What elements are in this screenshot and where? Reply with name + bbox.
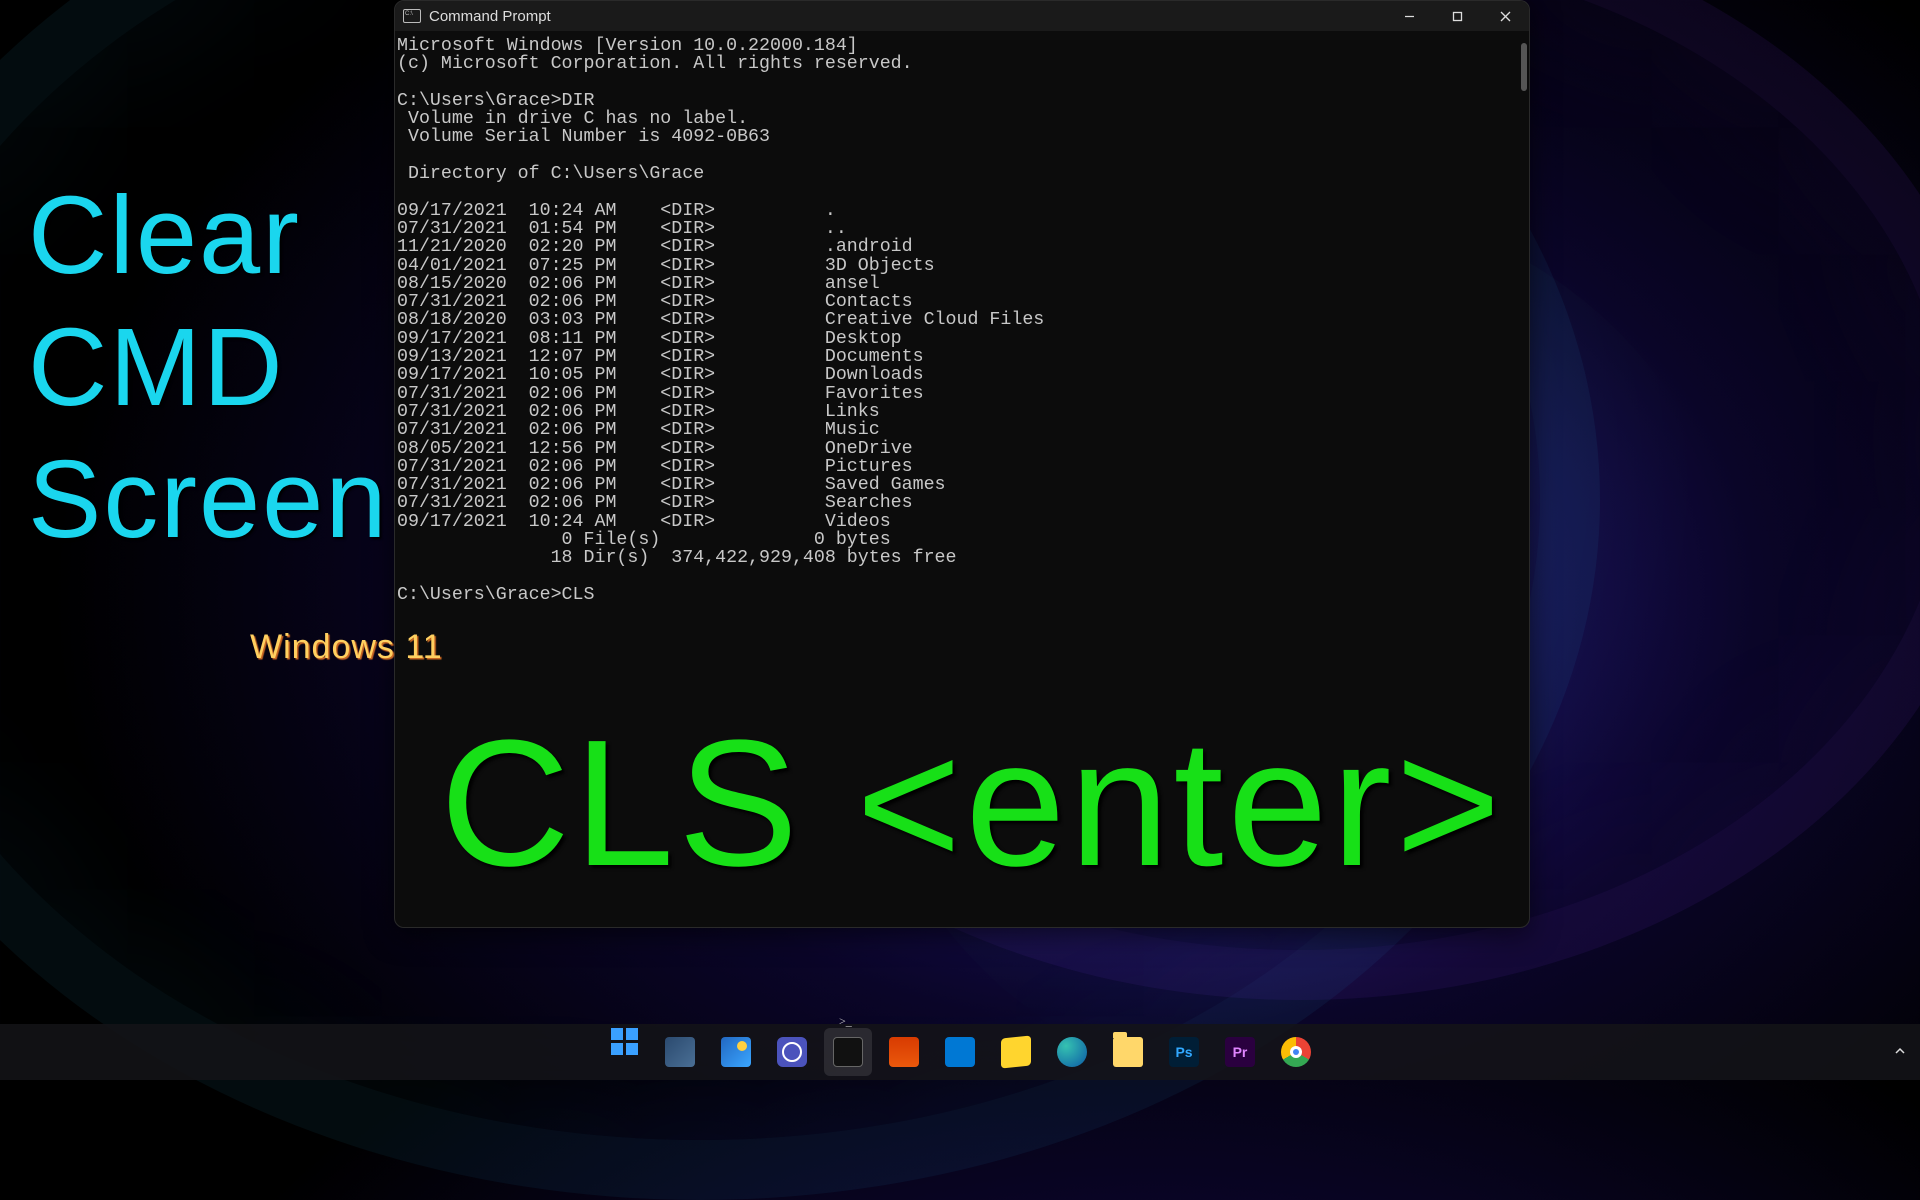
overlay-title: Clear CMD Screen [28, 170, 389, 566]
tray-overflow-icon[interactable] [1894, 1044, 1906, 1060]
taskbar-edge[interactable] [1048, 1028, 1096, 1076]
overlay-line2: CMD [28, 302, 389, 434]
taskbar-chrome[interactable] [1272, 1028, 1320, 1076]
close-button[interactable] [1481, 1, 1529, 31]
teams-chat-button[interactable] [768, 1028, 816, 1076]
widgets-button[interactable] [712, 1028, 760, 1076]
minimize-button[interactable] [1385, 1, 1433, 31]
taskbar-office[interactable] [880, 1028, 928, 1076]
taskbar-photoshop[interactable]: Ps [1160, 1028, 1208, 1076]
window-title: Command Prompt [429, 8, 551, 25]
terminal-output: Microsoft Windows [Version 10.0.22000.18… [395, 31, 1529, 606]
cmd-icon [403, 9, 421, 23]
taskbar-cmd[interactable] [824, 1028, 872, 1076]
taskbar-premiere[interactable]: Pr [1216, 1028, 1264, 1076]
taskbar: Ps Pr [0, 1024, 1920, 1080]
taskbar-mail[interactable] [936, 1028, 984, 1076]
task-view-button[interactable] [656, 1028, 704, 1076]
start-button[interactable] [600, 1028, 648, 1076]
maximize-button[interactable] [1433, 1, 1481, 31]
overlay-line1: Clear [28, 170, 389, 302]
taskbar-items: Ps Pr [600, 1028, 1320, 1076]
scrollbar-thumb[interactable] [1521, 43, 1527, 91]
overlay-subtitle: Windows 11 [250, 628, 443, 667]
overlay-hint: CLS <enter> [440, 700, 1505, 907]
taskbar-file-explorer[interactable] [1104, 1028, 1152, 1076]
titlebar[interactable]: Command Prompt [395, 1, 1529, 31]
overlay-line3: Screen [28, 434, 389, 566]
system-tray[interactable] [1886, 1024, 1906, 1080]
taskbar-sticky-notes[interactable] [992, 1028, 1040, 1076]
